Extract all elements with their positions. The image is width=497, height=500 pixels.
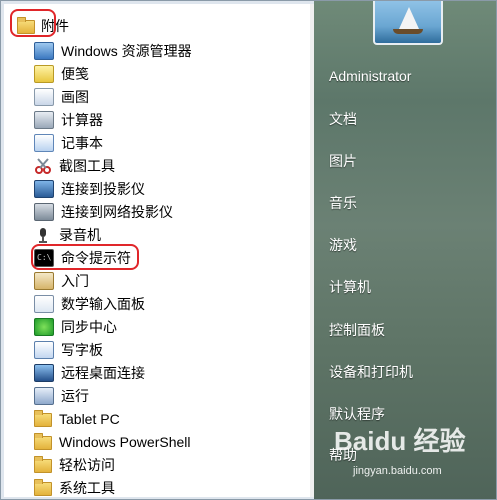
wordpad-icon	[34, 341, 54, 359]
menu-item-label: 入门	[61, 273, 89, 289]
annotation-command-prompt	[31, 244, 139, 270]
microphone-icon	[34, 227, 52, 243]
menu-item[interactable]: Windows PowerShell	[34, 431, 191, 453]
menu-item[interactable]: 入门	[34, 270, 89, 292]
menu-item[interactable]: 画图	[34, 86, 89, 108]
menu-item-label: 远程桌面连接	[61, 365, 145, 381]
paint-icon	[34, 88, 54, 106]
right-item-pictures[interactable]: 图片	[329, 151, 357, 171]
notepad-icon	[34, 134, 54, 152]
right-item-games[interactable]: 游戏	[329, 235, 357, 255]
calculator-icon	[34, 111, 54, 129]
menu-item[interactable]: 同步中心	[34, 316, 117, 338]
menu-item-label: Tablet PC	[59, 411, 120, 427]
menu-item-label: Windows 资源管理器	[61, 43, 192, 59]
run-icon	[34, 387, 54, 405]
menu-item[interactable]: 远程桌面连接	[34, 362, 145, 384]
right-item-control-panel[interactable]: 控制面板	[329, 320, 385, 340]
annotation-accessories	[10, 9, 56, 37]
menu-item-label: 运行	[61, 388, 89, 404]
explorer-icon	[34, 42, 54, 60]
network-projector-icon	[34, 203, 54, 221]
menu-item[interactable]: 数学输入面板	[34, 293, 145, 315]
menu-item-label: 轻松访问	[59, 457, 115, 473]
menu-item-label: 连接到网络投影仪	[61, 204, 173, 220]
menu-item-label: 系统工具	[59, 480, 115, 496]
projector-icon	[34, 180, 54, 198]
getting-started-icon	[34, 272, 54, 290]
folder-icon	[34, 456, 52, 473]
folder-icon	[34, 410, 52, 427]
menu-item[interactable]: 录音机	[34, 224, 101, 246]
menu-item[interactable]: 便笺	[34, 63, 89, 85]
menu-item-label: 便笺	[61, 66, 89, 82]
menu-item[interactable]: 连接到网络投影仪	[34, 201, 173, 223]
menu-item[interactable]: 截图工具	[34, 155, 115, 177]
menu-item-label: 画图	[61, 89, 89, 105]
menu-item-label: Windows PowerShell	[59, 434, 191, 450]
menu-item-label: 数学输入面板	[61, 296, 145, 312]
right-item-devices-printers[interactable]: 设备和打印机	[329, 362, 413, 382]
menu-item-label: 同步中心	[61, 319, 117, 335]
menu-item-label: 写字板	[61, 342, 103, 358]
folder-icon	[34, 433, 52, 450]
right-item-documents[interactable]: 文档	[329, 109, 357, 129]
menu-item[interactable]: 写字板	[34, 339, 103, 361]
menu-item[interactable]: 运行	[34, 385, 89, 407]
scissors-icon	[34, 158, 52, 174]
menu-item[interactable]: 轻松访问	[34, 454, 115, 476]
menu-item[interactable]: 连接到投影仪	[34, 178, 145, 200]
sticky-notes-icon	[34, 65, 54, 83]
remote-desktop-icon	[34, 364, 54, 382]
menu-item-label: 记事本	[61, 135, 103, 151]
sailboat-icon	[399, 7, 419, 29]
watermark-url: jingyan.baidu.com	[353, 465, 442, 477]
math-input-icon	[34, 295, 54, 313]
menu-item-label: 连接到投影仪	[61, 181, 145, 197]
watermark-brand: Baidu 经验	[334, 426, 466, 456]
menu-item[interactable]: 记事本	[34, 132, 103, 154]
user-avatar[interactable]	[373, 1, 443, 45]
menu-item[interactable]: 计算器	[34, 109, 103, 131]
right-item-music[interactable]: 音乐	[329, 193, 357, 213]
menu-item-label: 录音机	[59, 227, 101, 243]
menu-item[interactable]: Windows 资源管理器	[34, 40, 192, 62]
folder-icon	[34, 479, 52, 496]
sync-center-icon	[34, 318, 54, 336]
menu-item[interactable]: Tablet PC	[34, 408, 120, 430]
menu-item[interactable]: 系统工具	[34, 477, 115, 499]
menu-item-label: 计算器	[61, 112, 103, 128]
user-name[interactable]: Administrator	[329, 68, 411, 84]
start-menu-screenshot: 附件 Windows 资源管理器 便笺 画图 计算器 记事本 截图工具 连接到投影仪 连接到网…	[0, 0, 497, 500]
right-item-computer[interactable]: 计算机	[329, 277, 371, 297]
menu-item-label: 截图工具	[59, 158, 115, 174]
